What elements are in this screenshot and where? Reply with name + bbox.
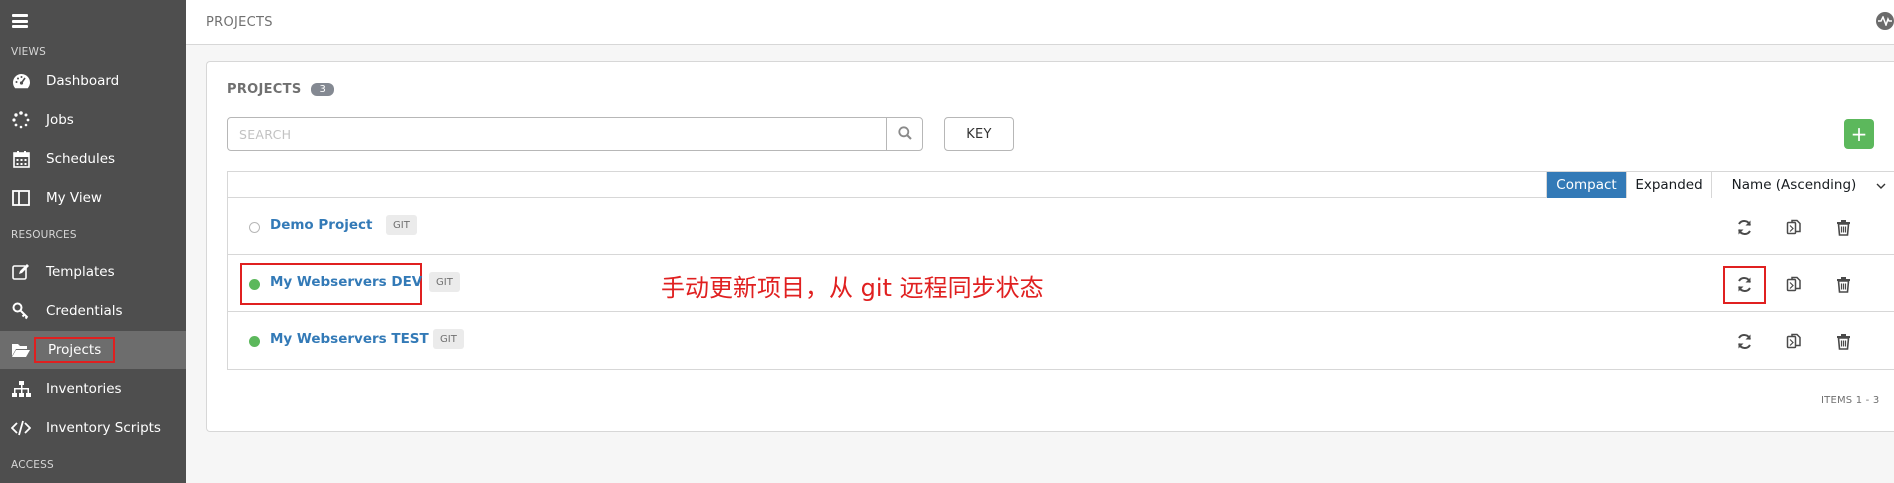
sort-dropdown[interactable]: Name (Ascending) [1711, 172, 1894, 198]
projects-list: Compact Expanded Name (Ascending) Demo P… [227, 171, 1894, 370]
section-label-access: ACCESS [11, 459, 54, 471]
sync-icon[interactable] [1732, 215, 1756, 239]
sidebar-item-inventories[interactable]: Inventories [0, 370, 186, 408]
table-row: My Webservers DEV GIT [228, 256, 1894, 312]
top-bar: PROJECTS [186, 0, 1894, 45]
pagination-items-label: ITEMS 1 - 3 [1821, 395, 1880, 406]
columns-icon [11, 188, 31, 208]
trash-icon[interactable] [1831, 215, 1855, 239]
status-never-updated-icon[interactable] [249, 222, 260, 233]
sidebar-item-dashboard[interactable]: Dashboard [0, 62, 186, 100]
add-button[interactable]: + [1844, 119, 1874, 149]
breadcrumb[interactable]: PROJECTS [206, 15, 273, 30]
search-box [227, 117, 923, 151]
project-name-link[interactable]: My Webservers TEST [270, 331, 429, 347]
sidebar-item-inventory-scripts[interactable]: Inventory Scripts [0, 409, 186, 447]
key-icon [11, 301, 31, 321]
table-row: My Webservers TEST GIT [228, 313, 1894, 369]
panel-title: PROJECTS 3 [227, 82, 335, 97]
sidebar-item-label: My View [46, 190, 102, 206]
panel-title-text: PROJECTS [227, 82, 302, 97]
search-button[interactable] [886, 118, 922, 150]
project-name-link[interactable]: My Webservers DEV [270, 274, 422, 290]
projects-panel: PROJECTS 3 KEY + Compact Expanded Name (… [206, 61, 1894, 432]
sidebar-item-label: Credentials [46, 303, 123, 319]
sync-icon[interactable] [1732, 272, 1756, 296]
sidebar-item-label: Jobs [46, 112, 74, 128]
trash-icon[interactable] [1831, 272, 1855, 296]
trash-icon[interactable] [1831, 329, 1855, 353]
sync-icon[interactable] [1732, 329, 1756, 353]
dashboard-icon [11, 71, 31, 91]
sidebar-item-label: Inventory Scripts [46, 420, 161, 436]
sidebar-item-credentials[interactable]: Credentials [0, 292, 186, 330]
expanded-view-button[interactable]: Expanded [1626, 172, 1711, 198]
folder-open-icon [11, 340, 31, 360]
section-label-views: VIEWS [11, 46, 46, 58]
count-badge: 3 [311, 83, 335, 96]
scm-type-badge: GIT [433, 329, 464, 349]
status-successful-icon[interactable] [249, 336, 260, 347]
sidebar-item-label: Schedules [46, 151, 116, 167]
compact-view-button[interactable]: Compact [1546, 172, 1626, 198]
status-successful-icon[interactable] [249, 279, 260, 290]
sort-dropdown-label: Name (Ascending) [1731, 177, 1857, 193]
table-row: Demo Project GIT [228, 199, 1894, 255]
sidebar: VIEWS Dashboard Jobs Schedules My View R… [0, 0, 186, 483]
sidebar-item-label: Projects [34, 337, 116, 363]
scm-type-badge: GIT [429, 272, 460, 292]
sitemap-icon [11, 379, 31, 399]
key-button[interactable]: KEY [944, 117, 1014, 151]
code-icon [11, 418, 31, 438]
search-input[interactable] [228, 118, 888, 150]
sidebar-item-projects[interactable]: Projects [0, 331, 186, 369]
sidebar-item-label: Dashboard [46, 73, 120, 89]
pencil-square-icon [11, 262, 31, 282]
sidebar-item-jobs[interactable]: Jobs [0, 101, 186, 139]
section-label-resources: RESOURCES [11, 229, 77, 241]
chevron-down-icon [1876, 179, 1886, 195]
annotation-text: 手动更新项目，从 git 远程同步状态 [661, 274, 1044, 302]
copy-icon[interactable] [1782, 329, 1806, 353]
activity-stream-icon[interactable] [1876, 12, 1894, 30]
menu-icon[interactable] [12, 14, 28, 28]
spinner-icon [11, 110, 31, 130]
search-icon [897, 125, 912, 144]
scm-type-badge: GIT [386, 215, 417, 235]
sidebar-item-label: Templates [46, 264, 115, 280]
sidebar-item-label: Inventories [46, 381, 122, 397]
copy-icon[interactable] [1782, 272, 1806, 296]
calendar-icon [11, 149, 31, 169]
sidebar-item-schedules[interactable]: Schedules [0, 140, 186, 178]
sidebar-item-templates[interactable]: Templates [0, 253, 186, 291]
project-name-link[interactable]: Demo Project [270, 217, 372, 233]
sidebar-item-my-view[interactable]: My View [0, 179, 186, 217]
list-toolbar: Compact Expanded Name (Ascending) [228, 172, 1894, 198]
copy-icon[interactable] [1782, 215, 1806, 239]
